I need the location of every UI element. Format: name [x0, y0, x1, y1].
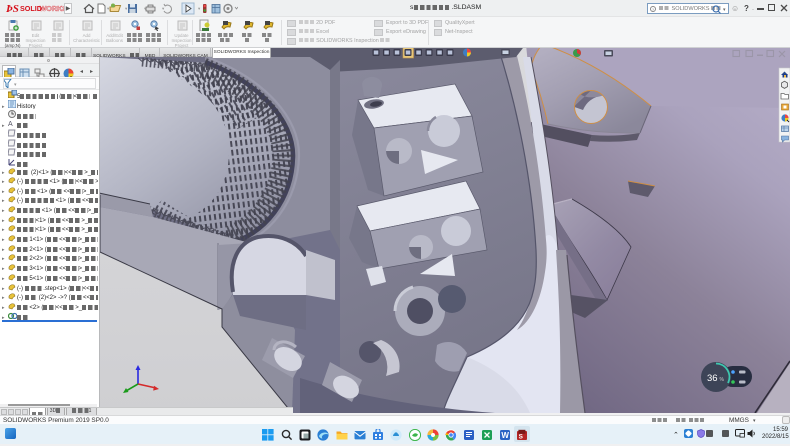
svg-text:%: %: [720, 377, 725, 383]
svg-text:S: S: [519, 434, 524, 441]
svg-text:A: A: [8, 121, 13, 127]
svg-text:36: 36: [707, 373, 718, 384]
svg-text:ÞS: ÞS: [6, 3, 19, 14]
svg-text:W: W: [501, 431, 509, 440]
